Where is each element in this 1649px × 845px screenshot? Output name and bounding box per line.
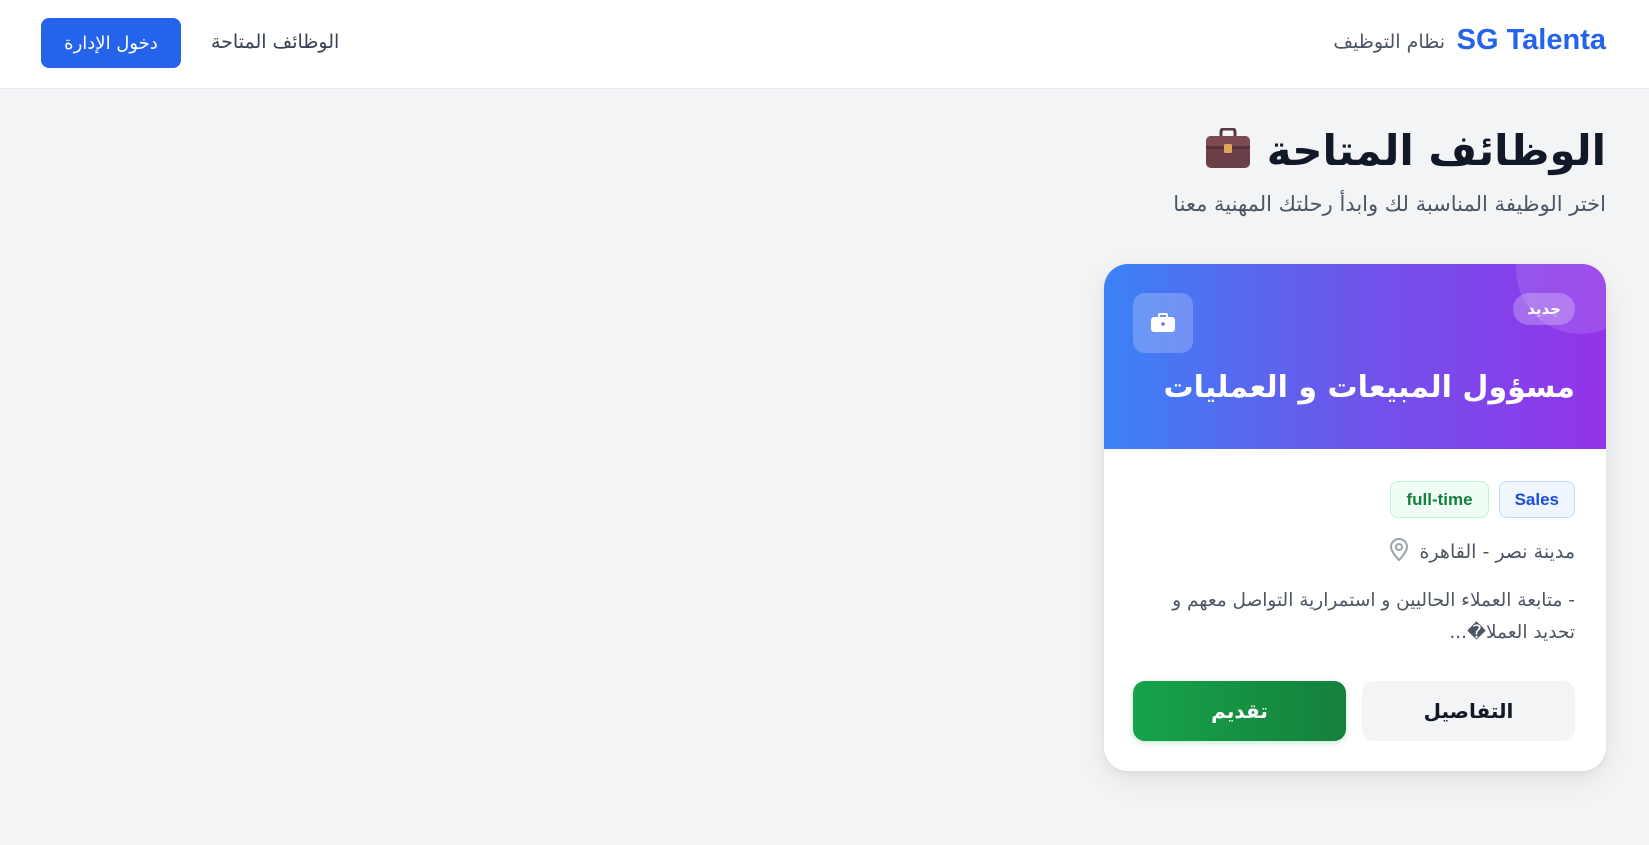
nav-link-jobs[interactable]: الوظائف المتاحة: [211, 31, 339, 53]
job-card: جديد مسؤول المبيعات و العمليات Sales ful…: [1104, 264, 1606, 771]
details-button[interactable]: التفاصيل: [1362, 681, 1575, 741]
job-location: مدينة نصر - القاهرة: [1389, 538, 1575, 566]
job-card-header: جديد مسؤول المبيعات و العمليات: [1104, 264, 1606, 449]
navbar: SG Talenta نظام التوظيف الوظائف المتاحة …: [0, 0, 1649, 89]
brand-subtitle: نظام التوظيف: [1333, 31, 1445, 53]
brand-logo[interactable]: SG Talenta: [1457, 24, 1606, 57]
admin-login-button[interactable]: دخول الإدارة: [41, 18, 181, 68]
job-description: - متابعة العملاء الحاليين و استمرارية ال…: [1172, 590, 1575, 643]
apply-button[interactable]: تقديم: [1133, 681, 1346, 741]
briefcase-icon: [1133, 293, 1193, 353]
page-heading: الوظائف المتاحة: [1205, 126, 1606, 175]
job-tags: Sales full-time: [1390, 481, 1575, 518]
employment-type-tag: full-time: [1390, 481, 1489, 518]
location-text: مدينة نصر - القاهرة: [1419, 541, 1575, 563]
briefcase-icon: [1205, 127, 1251, 174]
job-title: مسؤول المبيعات و العمليات: [1163, 370, 1575, 405]
department-tag: Sales: [1498, 481, 1575, 518]
page-subtitle: اختر الوظيفة المناسبة لك وابدأ رحلتك الم…: [1173, 192, 1606, 216]
page-title: الوظائف المتاحة: [1266, 126, 1606, 175]
new-badge: جديد: [1513, 293, 1575, 325]
map-pin-icon: [1389, 538, 1409, 566]
